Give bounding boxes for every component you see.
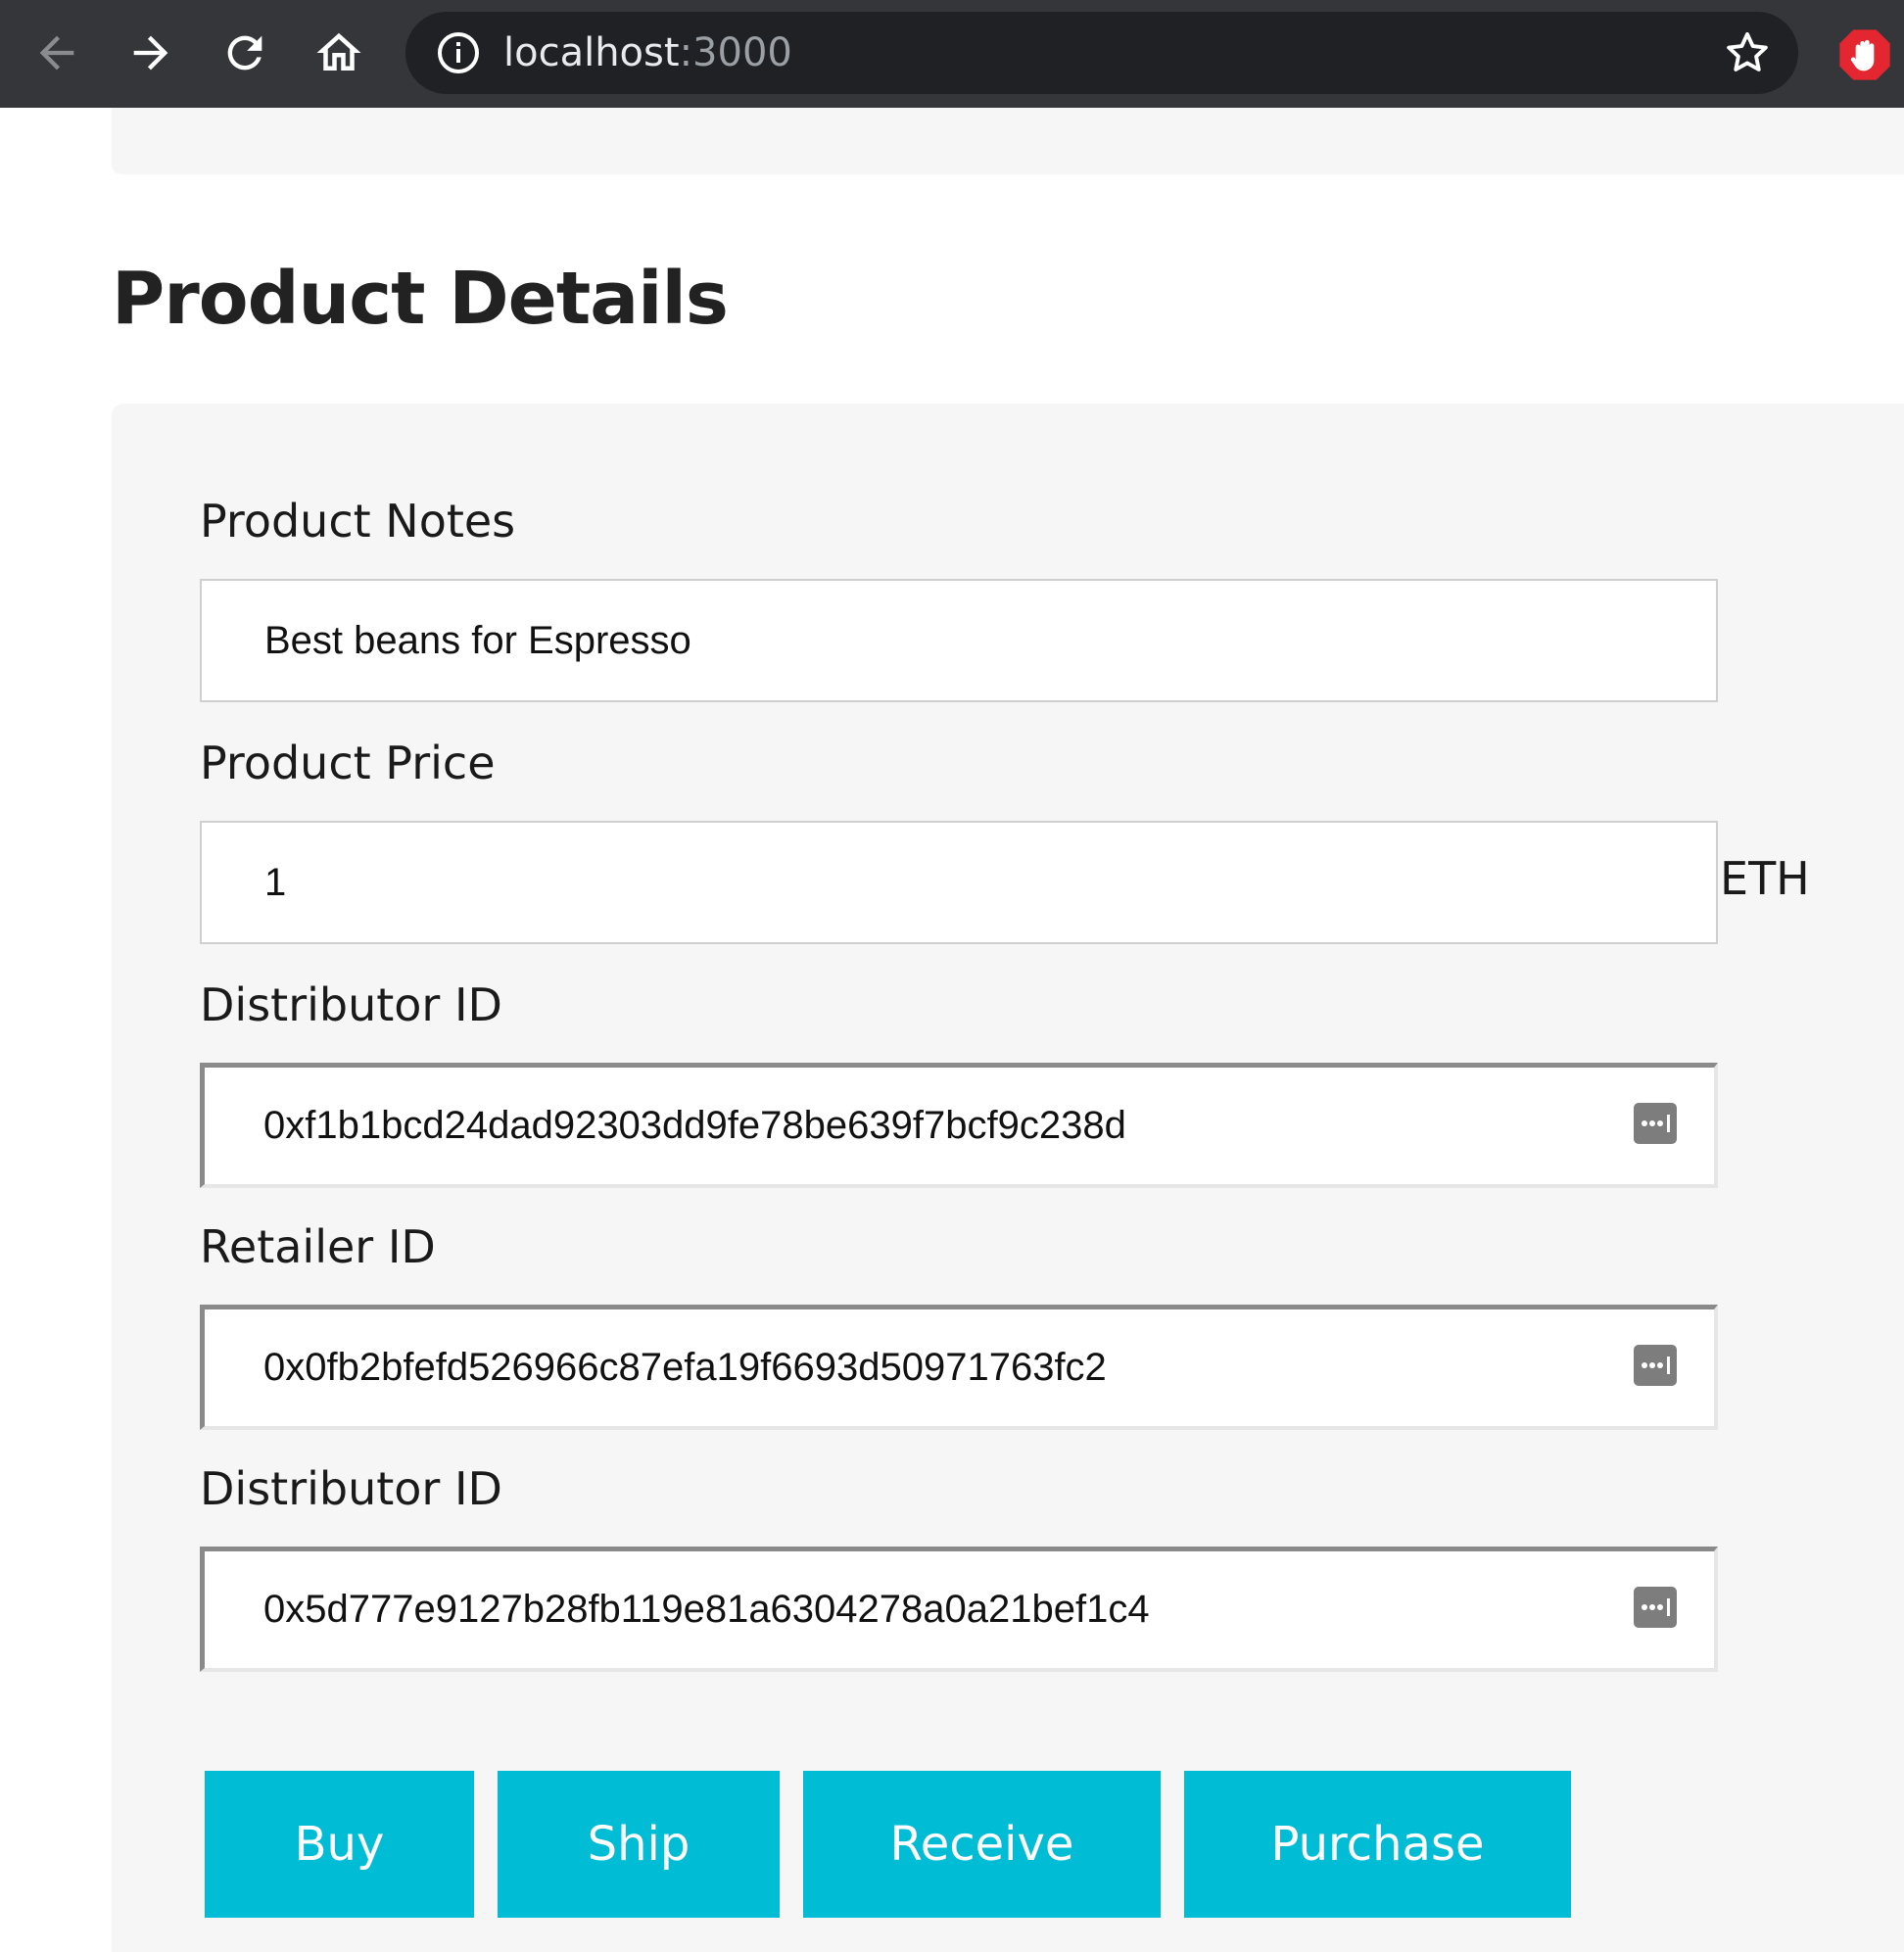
reload-icon[interactable]	[215, 24, 274, 82]
page-title: Product Details	[112, 257, 729, 341]
autofill-key-icon[interactable]	[1634, 1345, 1677, 1386]
product-notes-label: Product Notes	[200, 495, 516, 548]
distributor-id-label: Distributor ID	[200, 978, 502, 1031]
distributor-id-input[interactable]: 0xf1b1bcd24dad92303dd9fe78be639f7bcf9c23…	[200, 1063, 1718, 1188]
home-icon[interactable]	[309, 24, 368, 82]
distributor-id-2-label: Distributor ID	[200, 1462, 502, 1515]
product-notes-value: Best beans for Espresso	[264, 619, 691, 662]
back-arrow-icon[interactable]	[27, 24, 86, 82]
forward-arrow-icon[interactable]	[121, 24, 180, 82]
purchase-button[interactable]: Purchase	[1184, 1771, 1571, 1918]
retailer-id-label: Retailer ID	[200, 1220, 436, 1273]
price-unit-label: ETH	[1720, 852, 1810, 905]
retailer-id-value: 0x0fb2bfefd526966c87efa19f6693d50971763f…	[263, 1346, 1107, 1389]
url-text: localhost:3000	[503, 12, 792, 94]
adblock-hand-icon[interactable]	[1837, 27, 1892, 82]
browser-toolbar: localhost:3000	[0, 0, 1904, 108]
product-notes-input[interactable]: Best beans for Espresso	[200, 579, 1718, 702]
header-strip	[112, 108, 1904, 174]
autofill-key-icon[interactable]	[1634, 1103, 1677, 1144]
receive-button[interactable]: Receive	[803, 1771, 1161, 1918]
autofill-key-icon[interactable]	[1634, 1587, 1677, 1628]
product-price-label: Product Price	[200, 737, 496, 789]
distributor-id-2-input[interactable]: 0x5d777e9127b28fb119e81a6304278a0a21bef1…	[200, 1547, 1718, 1672]
product-price-input[interactable]: 1	[200, 821, 1718, 944]
url-host: localhost	[503, 30, 680, 75]
star-icon[interactable]	[1722, 27, 1773, 78]
buy-button[interactable]: Buy	[205, 1771, 474, 1918]
url-port: :3000	[679, 30, 792, 75]
distributor-id-value: 0xf1b1bcd24dad92303dd9fe78be639f7bcf9c23…	[263, 1104, 1126, 1147]
retailer-id-input[interactable]: 0x0fb2bfefd526966c87efa19f6693d50971763f…	[200, 1305, 1718, 1430]
info-icon[interactable]	[435, 29, 482, 76]
product-price-value: 1	[264, 861, 287, 904]
ship-button[interactable]: Ship	[498, 1771, 780, 1918]
distributor-id-2-value: 0x5d777e9127b28fb119e81a6304278a0a21bef1…	[263, 1588, 1150, 1631]
address-bar[interactable]: localhost:3000	[405, 12, 1798, 94]
